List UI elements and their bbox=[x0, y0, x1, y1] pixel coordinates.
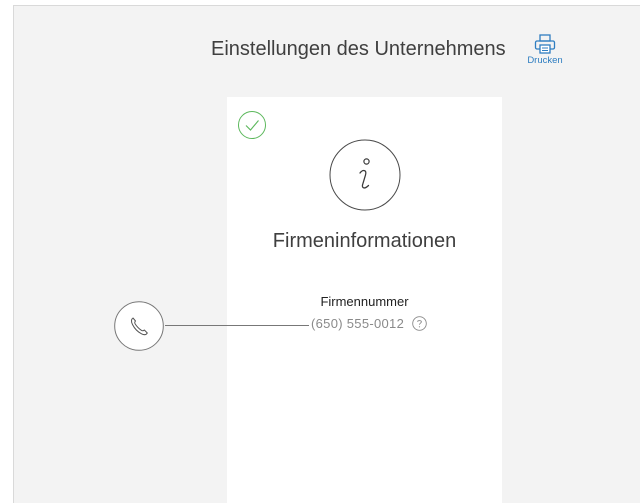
company-number-label: Firmennummer bbox=[320, 294, 409, 309]
company-number-value: (650) 555-0012 bbox=[311, 315, 405, 331]
page-title: Einstellungen des Unternehmens bbox=[211, 38, 506, 60]
card-title: Firmeninformationen bbox=[272, 230, 457, 252]
check-circle-icon bbox=[238, 111, 266, 139]
phone-icon bbox=[114, 301, 164, 351]
company-info-card: Firmeninformationen Firmennummer (650) 5… bbox=[227, 97, 502, 503]
connector-line bbox=[165, 325, 309, 326]
question-circle-icon[interactable] bbox=[412, 315, 427, 331]
info-icon bbox=[329, 139, 401, 211]
print-label: Drucken bbox=[527, 55, 563, 66]
printer-icon bbox=[534, 34, 556, 54]
print-button[interactable]: Drucken bbox=[520, 34, 570, 78]
company-number-row: (650) 555-0012 bbox=[311, 314, 427, 332]
